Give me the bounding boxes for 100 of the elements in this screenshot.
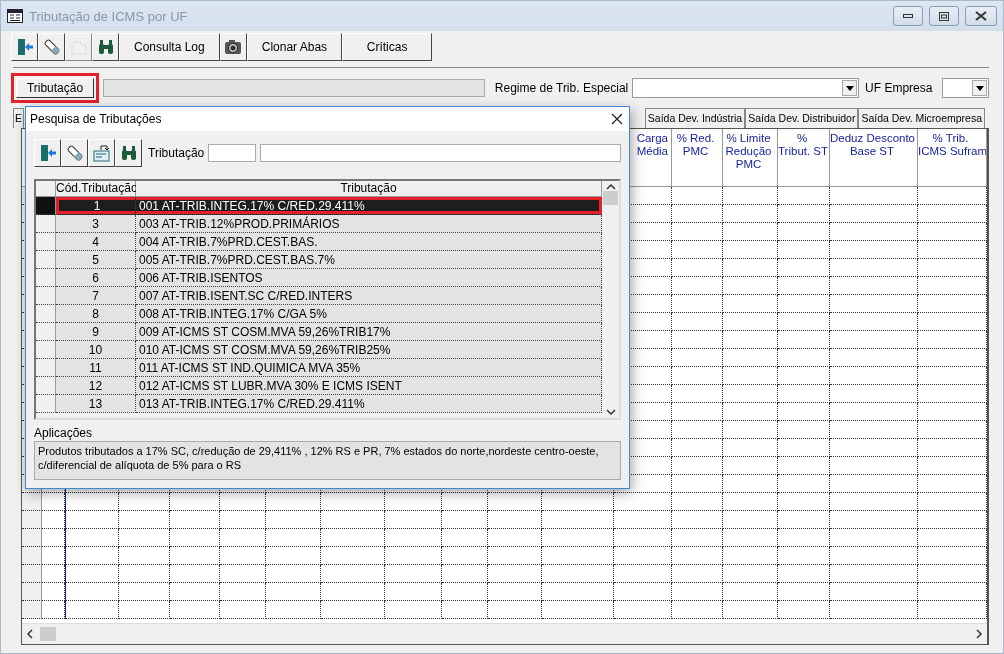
row-indicator (22, 511, 42, 529)
table-cell (65, 601, 119, 619)
table-cell[interactable]: 10 (56, 341, 136, 359)
table-cell (442, 511, 488, 529)
tab[interactable]: E (13, 108, 24, 128)
table-cell (42, 565, 65, 583)
table-cell (65, 511, 119, 529)
table-cell (918, 277, 987, 295)
toolbar-button[interactable]: Consulta Log (119, 33, 220, 61)
table-cell[interactable]: 010 AT-ICMS ST COSM.MVA 59,26%TRIB25% (136, 341, 602, 359)
table-cell (723, 259, 778, 277)
table-cell (672, 331, 723, 349)
uf-empresa-dropdown[interactable] (942, 78, 989, 98)
table-cell (614, 583, 672, 601)
table-cell (220, 511, 266, 529)
scroll-thumb[interactable] (603, 191, 618, 205)
code-field[interactable] (208, 144, 257, 162)
table-cell (918, 349, 987, 367)
tab[interactable]: Saída Dev. Distribuidor (745, 108, 859, 128)
table-cell (488, 565, 542, 583)
table-cell (918, 457, 987, 475)
applications-text: Produtos tributados a 17% SC, c/redução de 29,411% , 12% RS e PR, 7% estados do norte,nordeste centro-oeste, c/diferencial de alíquota de 5% para o RS (34, 441, 621, 480)
table-cell[interactable]: 009 AT-ICMS ST COSM.MVA 59,26%TRIB17% (136, 323, 602, 341)
toolbar-button[interactable] (61, 139, 88, 167)
scroll-right-icon[interactable] (975, 629, 983, 639)
table-cell[interactable]: 3 (56, 215, 136, 233)
table-cell (723, 367, 778, 385)
table-cell[interactable]: 5 (56, 251, 136, 269)
scroll-down-icon[interactable] (605, 408, 616, 416)
horizontal-scrollbar[interactable] (22, 623, 987, 644)
card-icon (92, 144, 111, 162)
tab[interactable]: Saída Dev. Microempresa (858, 108, 985, 128)
table-cell (614, 547, 672, 565)
table-cell[interactable]: 12 (56, 377, 136, 395)
toolbar-button[interactable]: Críticas (342, 33, 433, 61)
table-cell (723, 223, 778, 241)
table-cell[interactable]: 6 (56, 269, 136, 287)
table-cell (170, 547, 220, 565)
table-cell (220, 529, 266, 547)
row-indicator (22, 601, 42, 619)
table-cell[interactable]: 4 (56, 233, 136, 251)
table-cell (778, 529, 830, 547)
table-cell (778, 385, 830, 403)
table-cell (614, 511, 672, 529)
toolbar-button[interactable] (34, 139, 61, 167)
toolbar-button[interactable] (115, 139, 142, 167)
column-header: Cód.Tributação (56, 181, 136, 197)
table-cell[interactable]: 004 AT-TRIB.7%PRD.CEST.BAS. (136, 233, 602, 251)
table-cell[interactable]: 13 (56, 395, 136, 413)
toolbar-button[interactable] (11, 33, 38, 61)
table-cell (723, 583, 778, 601)
minimize-button[interactable] (893, 6, 923, 26)
table-cell[interactable]: 003 AT-TRIB.12%PROD.PRIMÁRIOS (136, 215, 602, 233)
table-cell[interactable]: 012 AT-ICMS ST LUBR.MVA 30% E ICMS ISENT (136, 377, 602, 395)
table-cell (672, 511, 723, 529)
table-cell (170, 511, 220, 529)
applications-label: Aplicações (34, 426, 93, 440)
table-cell[interactable]: 006 AT-TRIB.ISENTOS (136, 269, 602, 287)
table-cell (672, 223, 723, 241)
table-cell (778, 223, 830, 241)
toolbar-button[interactable] (38, 33, 65, 61)
close-icon[interactable] (611, 113, 623, 125)
toolbar-button[interactable] (88, 139, 115, 167)
table-cell[interactable]: 011 AT-ICMS ST IND.QUIMICA MVA 35% (136, 359, 602, 377)
toolbar-button[interactable]: Clonar Abas (246, 33, 343, 61)
vertical-scrollbar[interactable] (602, 181, 619, 418)
table-cell (723, 493, 778, 511)
name-field[interactable] (260, 144, 621, 162)
tab[interactable]: Saída Dev. Indústria (644, 108, 746, 128)
table-cell[interactable]: 1 (56, 197, 136, 215)
table-cell[interactable]: 8 (56, 305, 136, 323)
table-cell (723, 295, 778, 313)
table-cell[interactable]: 11 (56, 359, 136, 377)
table-cell[interactable]: 008 AT-TRIB.INTEG.17% C/GA 5% (136, 305, 602, 323)
scroll-up-icon[interactable] (605, 183, 616, 191)
tributacao-button[interactable]: Tributação (16, 78, 94, 98)
toolbar-button[interactable] (92, 33, 119, 61)
table-cell (321, 547, 385, 565)
dialog-title: Pesquisa de Tributações (30, 112, 163, 126)
maximize-button[interactable] (929, 6, 959, 26)
table-cell[interactable]: 9 (56, 323, 136, 341)
table-cell (918, 313, 987, 331)
table-cell[interactable]: 7 (56, 287, 136, 305)
table-cell[interactable]: 013 AT-TRIB.INTEG.17% C/RED.29.411% (136, 395, 602, 413)
regime-label: Regime de Trib. Especial (494, 81, 629, 95)
table-cell[interactable]: 005 AT-TRIB.7%PRD.CEST.BAS.7% (136, 251, 602, 269)
table-cell (42, 547, 65, 565)
scroll-thumb[interactable] (40, 627, 56, 641)
close-button[interactable] (965, 6, 997, 26)
table-cell (918, 583, 987, 601)
regime-dropdown[interactable] (632, 78, 860, 98)
table-cell[interactable]: 007 AT-TRIB.ISENT.SC C/RED.INTERS (136, 287, 602, 305)
table-cell (385, 565, 442, 583)
table-cell (321, 583, 385, 601)
table-cell (778, 547, 830, 565)
table-cell[interactable]: 001 AT-TRIB.INTEG.17% C/RED.29.411% (136, 197, 602, 215)
scroll-left-icon[interactable] (26, 629, 34, 639)
table-cell (778, 313, 830, 331)
toolbar-button[interactable] (219, 33, 247, 61)
dropdown-arrow-icon (975, 85, 984, 91)
